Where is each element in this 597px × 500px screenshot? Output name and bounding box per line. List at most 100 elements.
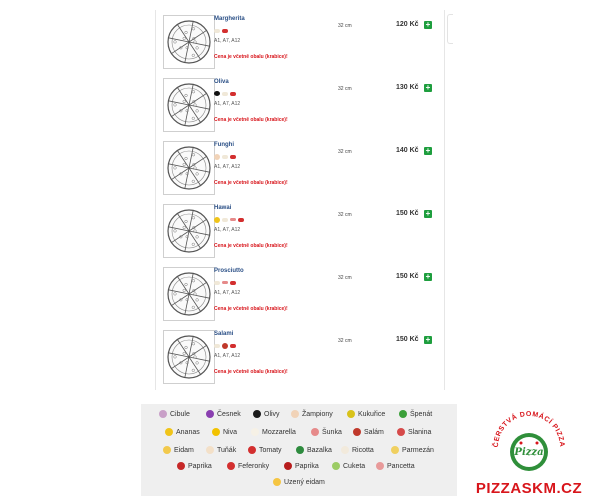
add-to-cart-button[interactable]: + bbox=[424, 147, 432, 155]
menu-card: Margherita A1, A7, A12 Cena je včetně ob… bbox=[155, 10, 445, 390]
legend-item: Olivy bbox=[253, 410, 280, 418]
eidam-icon bbox=[163, 446, 171, 454]
add-to-cart-button[interactable]: + bbox=[424, 210, 432, 218]
ingredient-icons bbox=[214, 153, 236, 160]
pineapple-icon bbox=[214, 216, 220, 223]
zucchini-icon bbox=[332, 462, 340, 470]
pizza-name: Funghi bbox=[214, 142, 234, 148]
legend-label: Česnek bbox=[217, 410, 241, 418]
ricotta-icon bbox=[341, 446, 349, 454]
legend-label: Slanina bbox=[408, 428, 432, 436]
legend-label: Paprika bbox=[295, 462, 319, 470]
legend-item: Slanina bbox=[397, 428, 431, 436]
ingredient-icons bbox=[214, 279, 236, 286]
legend-item: Tuňák bbox=[206, 446, 236, 454]
pizza-price: 120 Kč bbox=[396, 21, 419, 28]
legend-label: Pancetta bbox=[387, 462, 415, 470]
site-name: PIZZASKM.CZ bbox=[475, 480, 583, 497]
menu-item-margherita: Margherita A1, A7, A12 Cena je včetně ob… bbox=[156, 10, 444, 72]
legend-item: Paprika bbox=[177, 462, 212, 470]
tomato-icon bbox=[222, 28, 228, 33]
price-note: Cena je včetně obalu (krabice)! bbox=[214, 54, 288, 60]
legend-label: Tuňák bbox=[217, 446, 237, 454]
legend-label: Feferonky bbox=[238, 462, 270, 470]
legend-item: Cuketa bbox=[332, 462, 365, 470]
legend-item: Eidam bbox=[163, 446, 194, 454]
tomato-icon bbox=[230, 154, 236, 159]
legend-label: Šunka bbox=[322, 428, 342, 436]
pizza-size: 32 cm bbox=[338, 275, 352, 281]
pizza-name: Prosciutto bbox=[214, 268, 244, 274]
menu-item-oliva: Oliva A1, A7, A12 Cena je včetně obalu (… bbox=[156, 73, 444, 135]
legend-label: Ricotta bbox=[352, 446, 374, 454]
legend-item: Niva bbox=[212, 428, 237, 436]
brand-logo: ČERSTVÁ DOMÁCÍ PIZZA Pizza PIZZASKM.CZ bbox=[470, 407, 588, 497]
parmesan-icon bbox=[391, 446, 399, 454]
legend-label: Cibule bbox=[170, 410, 190, 418]
pizza-slices-icon bbox=[167, 209, 211, 253]
legend-label: Kukuřice bbox=[358, 410, 386, 418]
add-to-cart-button[interactable]: + bbox=[424, 336, 432, 344]
pizza-image bbox=[163, 204, 215, 258]
allergen-codes: A1, A7, A12 bbox=[214, 101, 241, 107]
allergen-codes: A1, A7, A12 bbox=[214, 353, 241, 359]
pepper-icon bbox=[177, 462, 185, 470]
legend-label: Žampiony bbox=[302, 410, 333, 418]
add-to-cart-button[interactable]: + bbox=[424, 273, 432, 281]
ingredient-icons bbox=[214, 342, 236, 349]
legend-item: Kukuřice bbox=[347, 410, 385, 418]
pizza-size: 32 cm bbox=[338, 149, 352, 155]
mozzarella-icon bbox=[214, 343, 220, 348]
legend-item: Ananas bbox=[165, 428, 200, 436]
pizza-name: Margherita bbox=[214, 16, 245, 22]
legend-item: Bazalka bbox=[296, 446, 332, 454]
tomato-icon bbox=[230, 343, 236, 348]
chili-icon bbox=[227, 462, 235, 470]
pepper-icon bbox=[284, 462, 292, 470]
add-to-cart-button[interactable]: + bbox=[424, 21, 432, 29]
bacon-icon bbox=[397, 428, 405, 436]
smoked-cheese-icon bbox=[273, 478, 281, 486]
legend-item: Uzený eidam bbox=[273, 478, 325, 486]
legend-label: Mozzarella bbox=[262, 428, 296, 436]
mozzarella-icon bbox=[251, 428, 259, 436]
legend-item: Pancetta bbox=[376, 462, 415, 470]
legend-item: Šunka bbox=[311, 428, 342, 436]
pizza-logo-icon: ČERSTVÁ DOMÁCÍ PIZZA Pizza bbox=[491, 411, 565, 471]
legend-label: Ananas bbox=[176, 428, 200, 436]
add-to-cart-button[interactable]: + bbox=[424, 84, 432, 92]
legend-item: Feferonky bbox=[227, 462, 269, 470]
spinach-icon bbox=[399, 410, 407, 418]
legend-label: Salám bbox=[364, 428, 384, 436]
allergen-codes: A1, A7, A12 bbox=[214, 164, 241, 170]
pizza-slices-icon bbox=[167, 20, 211, 64]
olive-icon bbox=[214, 91, 220, 96]
ham-icon bbox=[222, 281, 228, 284]
basil-icon bbox=[296, 446, 304, 454]
pineapple-icon bbox=[165, 428, 173, 436]
pizza-price: 130 Kč bbox=[396, 84, 419, 91]
legend-item: Ricotta bbox=[341, 446, 374, 454]
price-note: Cena je včetně obalu (krabice)! bbox=[214, 306, 288, 312]
legend-label: Olivy bbox=[264, 410, 280, 418]
legend-item: Mozzarella bbox=[251, 428, 296, 436]
menu-item-hawai: Hawai A1, A7, A12 Cena je včetně obalu (… bbox=[156, 199, 444, 261]
ham-icon bbox=[311, 428, 319, 436]
mushroom-icon bbox=[214, 153, 220, 160]
pizza-slices-icon bbox=[167, 83, 211, 127]
legend-label: Parmezán bbox=[402, 446, 434, 454]
pizza-name: Hawai bbox=[214, 205, 232, 211]
pizza-image bbox=[163, 330, 215, 384]
pizza-price: 150 Kč bbox=[396, 273, 419, 280]
pizza-size: 32 cm bbox=[338, 86, 352, 92]
pizza-name: Oliva bbox=[214, 79, 229, 85]
mozzarella-icon bbox=[222, 91, 228, 96]
blue-cheese-icon bbox=[212, 428, 220, 436]
menu-item-salami: Salami A1, A7, A12 Cena je včetně obalu … bbox=[156, 325, 444, 387]
ingredient-icons bbox=[214, 216, 244, 223]
legend-label: Špenát bbox=[410, 410, 433, 418]
legend-item: Salám bbox=[353, 428, 384, 436]
pizza-slices-icon bbox=[167, 146, 211, 190]
tomato-icon bbox=[248, 446, 256, 454]
allergen-codes: A1, A7, A12 bbox=[214, 227, 241, 233]
